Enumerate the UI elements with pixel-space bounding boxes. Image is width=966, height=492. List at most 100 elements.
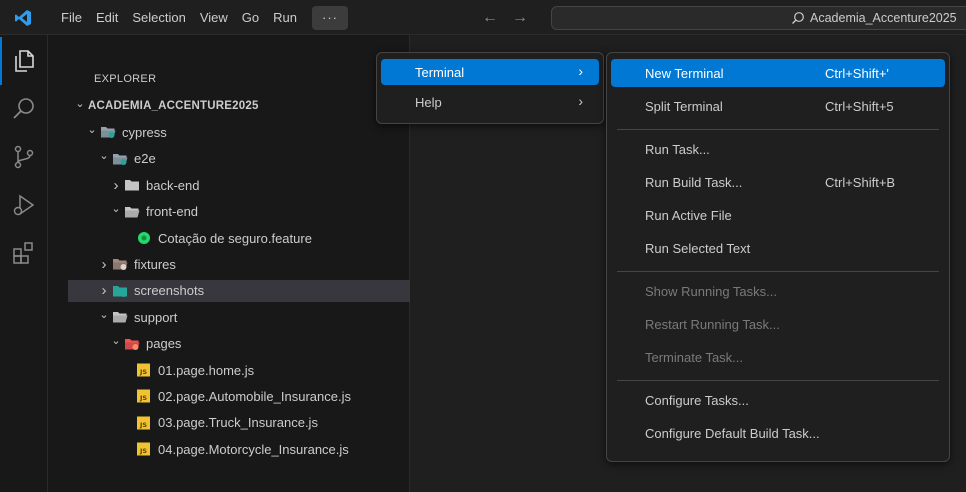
tree-folder-item[interactable]: ⌄ e2e <box>68 148 410 170</box>
tree-item-label: screenshots <box>134 283 205 299</box>
menu-item-terminal[interactable]: Terminal › <box>381 59 599 85</box>
js-file-icon: JS <box>136 416 152 430</box>
menu-item-run-task[interactable]: Run Task... <box>611 135 945 163</box>
menu-edit[interactable]: Edit <box>89 6 125 30</box>
js-file-icon: JS <box>136 363 152 377</box>
submenu-arrow-icon: › <box>578 93 583 109</box>
menu-bar: File Edit Selection View Go Run ··· <box>54 0 348 35</box>
tree-folder-item[interactable]: ⌄ support <box>68 306 410 328</box>
menu-run[interactable]: Run <box>266 6 304 30</box>
tree-folder-item[interactable]: ⌄ front-end <box>68 201 410 223</box>
forward-arrow-icon[interactable]: → <box>512 9 528 27</box>
folder-fixtures-icon <box>112 257 128 271</box>
title-bar: File Edit Selection View Go Run ··· ← → Academ… <box>0 0 966 35</box>
tree-folder-item[interactable]: › screenshots <box>68 279 410 302</box>
tree-item-label: back-end <box>146 177 200 193</box>
tree-item-label: Cotação de seguro.feature <box>158 230 312 246</box>
extensions-icon[interactable] <box>0 229 48 277</box>
chevron-down-icon: ⌄ <box>87 123 97 136</box>
run-debug-icon[interactable] <box>0 181 48 229</box>
svg-text:JS: JS <box>139 421 147 429</box>
folder-screenshots-icon <box>112 284 128 298</box>
menu-separator <box>617 271 939 272</box>
menu-view[interactable]: View <box>193 6 235 30</box>
tree-item-label: 03.page.Truck_Insurance.js <box>158 415 318 431</box>
menu-item-label: Split Terminal <box>645 99 723 114</box>
menu-item-label: Run Selected Text <box>645 241 751 256</box>
menu-item-label: Run Build Task... <box>645 175 743 190</box>
menu-go[interactable]: Go <box>235 6 266 30</box>
menu-item-label: Configure Tasks... <box>645 393 749 408</box>
menu-item-shortcut: Ctrl+Shift+5 <box>825 99 894 114</box>
search-icon[interactable] <box>0 85 48 133</box>
chevron-down-icon: ⌄ <box>111 335 121 348</box>
js-file-icon: JS <box>136 389 152 403</box>
command-center-search[interactable]: Academia_Accenture2025 <box>551 6 966 30</box>
menu-item-configure-tasks[interactable]: Configure Tasks... <box>611 386 945 414</box>
menu-separator <box>617 129 939 130</box>
menu-item-run-active-file[interactable]: Run Active File <box>611 201 945 229</box>
menu-item-label: Help <box>415 95 442 110</box>
chevron-right-icon: › <box>101 282 107 300</box>
menu-item-label: Show Running Tasks... <box>645 284 777 299</box>
menu-item-new-terminal[interactable]: New Terminal Ctrl+Shift+' <box>611 59 945 87</box>
menu-item-split-terminal[interactable]: Split Terminal Ctrl+Shift+5 <box>611 92 945 120</box>
sidebar-title: EXPLORER <box>94 73 157 85</box>
menu-item-help[interactable]: Help › <box>381 89 599 115</box>
activity-bar <box>0 35 48 492</box>
menu-item-label: Configure Default Build Task... <box>645 426 820 441</box>
svg-text:JS: JS <box>139 394 147 402</box>
explorer-sidebar: EXPLORER ⌄ ACADEMIA_ACCENTURE2025 ⌄ cypress… <box>48 35 410 492</box>
chevron-down-icon: ⌄ <box>99 308 109 321</box>
menu-item-label: Restart Running Task... <box>645 317 780 332</box>
explorer-icon[interactable] <box>0 37 48 85</box>
menu-item-shortcut: Ctrl+Shift+B <box>825 175 896 190</box>
js-file-icon: JS <box>136 442 152 456</box>
terminal-submenu: New Terminal Ctrl+Shift+' Split Terminal Ct… <box>606 52 950 462</box>
more-menu-dropdown: Terminal › Help › <box>376 52 604 124</box>
menu-item-shortcut: Ctrl+Shift+' <box>825 66 889 81</box>
menu-item-run-build-task[interactable]: Run Build Task... Ctrl+Shift+B <box>611 168 945 196</box>
menu-item-label: Terminal <box>415 65 465 80</box>
menu-more-button[interactable]: ··· <box>312 5 348 30</box>
menu-item-label: New Terminal <box>645 66 724 81</box>
svg-text:JS: JS <box>139 447 147 455</box>
tree-folder-item[interactable]: ⌄ pages <box>68 333 410 355</box>
menu-item-label: Run Active File <box>645 208 732 223</box>
folder-open-icon <box>112 310 128 324</box>
folder-cypress-open-icon <box>100 125 116 139</box>
tree-folder-item[interactable]: › fixtures <box>68 253 410 275</box>
menu-item-configure-default-build-task[interactable]: Configure Default Build Task... <box>611 419 945 447</box>
menu-item-label: Run Task... <box>645 142 710 157</box>
menu-file[interactable]: File <box>54 6 89 30</box>
search-text: Academia_Accenture2025 <box>810 11 957 25</box>
tree-file-item[interactable]: JS 02.page.Automobile_Insurance.js <box>68 385 410 407</box>
tree-file-item[interactable]: JS 01.page.home.js <box>68 359 410 381</box>
tree-item-label: pages <box>146 336 182 352</box>
vscode-logo-icon <box>15 10 31 26</box>
chevron-down-icon: ⌄ <box>75 97 85 110</box>
menu-item-label: Terminate Task... <box>645 350 744 365</box>
chevron-right-icon: › <box>101 255 107 273</box>
tree-file-item[interactable]: JS 03.page.Truck_Insurance.js <box>68 412 410 434</box>
source-control-icon[interactable] <box>0 133 48 181</box>
svg-text:JS: JS <box>139 368 147 376</box>
navigation-arrows: ← → <box>482 0 528 35</box>
tree-item-label: ACADEMIA_ACCENTURE2025 <box>88 100 259 112</box>
menu-item-run-selected-text[interactable]: Run Selected Text <box>611 234 945 262</box>
tree-item-label: 01.page.home.js <box>158 362 255 378</box>
menu-selection[interactable]: Selection <box>125 6 192 30</box>
tree-folder-item[interactable]: ⌄ cypress <box>68 121 410 143</box>
tree-file-item[interactable]: Cotação de seguro.feature <box>68 227 410 249</box>
tree-item-label: fixtures <box>134 256 176 272</box>
tree-file-item[interactable]: JS 04.page.Motorcycle_Insurance.js <box>68 438 410 460</box>
chevron-right-icon: › <box>113 176 119 194</box>
tree-folder-item[interactable]: › back-end <box>68 174 410 196</box>
folder-icon <box>124 178 140 192</box>
tree-item-label: 04.page.Motorcycle_Insurance.js <box>158 441 349 457</box>
back-arrow-icon[interactable]: ← <box>482 9 498 27</box>
menu-item-terminate-task: Terminate Task... <box>611 343 945 371</box>
tree-item-label: 02.page.Automobile_Insurance.js <box>158 388 351 404</box>
tree-folder-item[interactable]: ⌄ ACADEMIA_ACCENTURE2025 <box>68 95 410 117</box>
folder-open-icon <box>124 205 140 219</box>
